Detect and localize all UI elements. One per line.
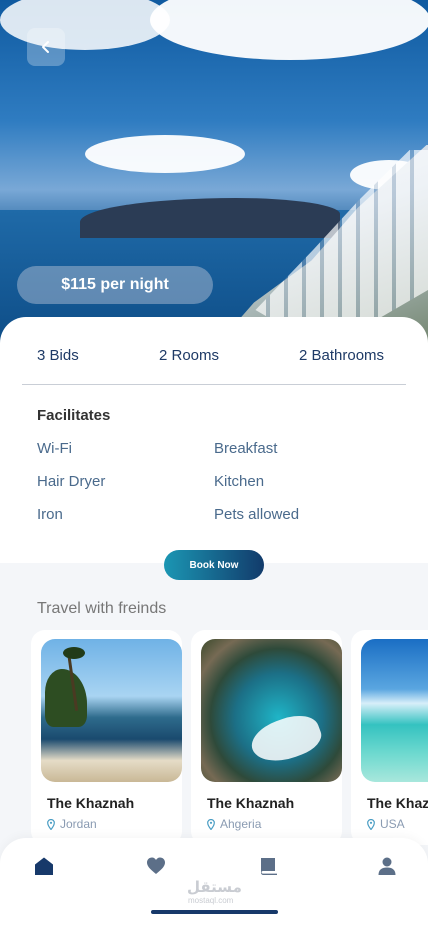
trip-location: USA [367,817,405,831]
nav-profile[interactable] [376,855,398,877]
facility-item: Breakfast [214,440,278,457]
trip-name: The Khaznah [47,795,135,811]
profile-icon [378,857,396,875]
heart-icon [147,857,165,874]
back-button[interactable] [27,28,65,66]
nav-favorites[interactable] [145,855,167,877]
trip-card[interactable]: The Khaznah Jordan [31,630,182,845]
home-icon [35,857,53,875]
trip-card[interactable]: The Khaznah Ahgeria [191,630,342,845]
location-pin-icon [207,818,215,830]
trip-name: The Khaznah [367,795,428,811]
location-pin-icon [47,818,55,830]
cloud [85,135,245,173]
stats-row: 3 Bids 2 Rooms 2 Bathrooms [0,347,428,367]
wave [246,708,326,770]
section-title: Travel with freinds [37,600,167,617]
trip-image [41,639,182,782]
book-icon [261,858,277,875]
details-card: 3 Bids 2 Rooms 2 Bathrooms Facilitates W… [0,317,428,563]
trip-image [361,639,428,782]
divider [22,384,406,385]
island [80,198,340,238]
trip-card[interactable]: The Khaznah USA [351,630,428,845]
trip-location: Jordan [47,817,97,831]
chevron-left-icon [42,41,49,53]
palm-fronds [63,647,85,659]
cloud [150,0,428,60]
trip-image [201,639,342,782]
book-now-label: Book Now [189,559,239,571]
trip-location: Ahgeria [207,817,261,831]
facility-item: Kitchen [214,473,265,490]
bids-count: 3 Bids [37,347,79,364]
facility-item: Hair Dryer [37,473,106,490]
facility-item: Wi-Fi [37,440,72,457]
book-now-button[interactable]: Book Now [164,550,264,580]
rooms-count: 2 Rooms [159,347,220,364]
trip-location-label: USA [380,817,405,831]
price-label: $115 per night [61,276,169,293]
facilities-title: Facilitates [37,407,111,424]
facility-item: Iron [37,506,63,523]
tree [45,669,87,727]
location-pin-icon [367,818,375,830]
nav-home[interactable] [33,855,55,877]
watermark-sub: mostaql.com [188,896,234,905]
facility-item: Pets allowed [214,506,300,523]
nav-bookings[interactable] [258,855,280,877]
home-indicator [151,910,278,914]
bathrooms-count: 2 Bathrooms [299,347,385,364]
cloud [0,0,170,50]
watermark: مستقل [187,879,242,896]
trip-location-label: Ahgeria [220,817,262,831]
price-badge: $115 per night [17,266,213,304]
trip-location-label: Jordan [60,817,97,831]
trip-name: The Khaznah [207,795,295,811]
bottom-nav: مستقل mostaql.com [0,838,428,926]
